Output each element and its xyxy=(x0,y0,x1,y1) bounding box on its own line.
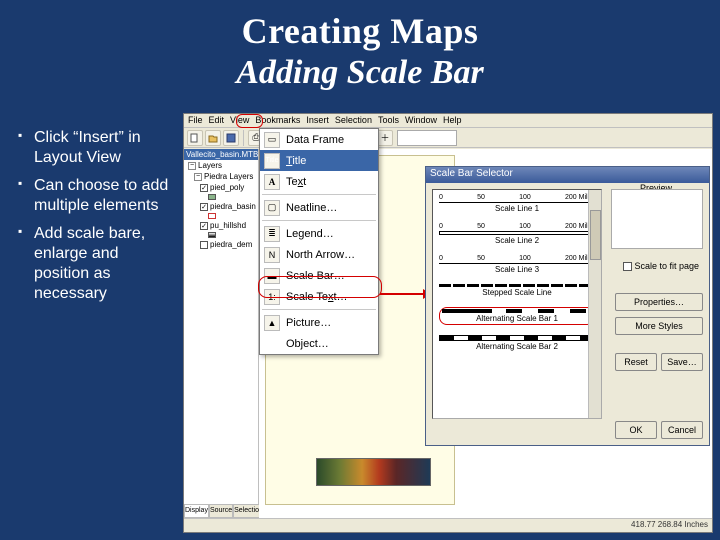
dialog-title: Scale Bar Selector xyxy=(426,167,709,183)
menu-item-label: Object… xyxy=(286,338,329,350)
cancel-button[interactable]: Cancel xyxy=(661,421,703,439)
insert-menu-dropdown[interactable]: ▭ Data Frame Title Title A Text ▢ Neatli… xyxy=(259,128,379,355)
status-bar: 418.77 268.84 Inches xyxy=(184,518,712,532)
save-button[interactable] xyxy=(223,130,239,146)
checkbox-label: Scale to fit page xyxy=(634,261,699,271)
neatline-icon: ▢ xyxy=(264,200,280,216)
menu-item-neatline[interactable]: ▢ Neatline… xyxy=(260,197,378,218)
menu-item-label: Text xyxy=(286,176,306,188)
slide-subtitle: Adding Scale Bar xyxy=(0,54,720,92)
sample-label: Alternating Scale Bar 1 xyxy=(442,314,592,323)
scale-combo[interactable] xyxy=(397,130,457,146)
checkbox-icon[interactable] xyxy=(623,262,632,271)
sample-stepped[interactable]: Stepped Scale Line xyxy=(439,284,595,297)
menu-item-label: Legend… xyxy=(286,228,334,240)
menu-item-title[interactable]: Title Title xyxy=(260,150,378,171)
menu-item-legend[interactable]: ≣ Legend… xyxy=(260,223,378,244)
scale-bar-highlight xyxy=(258,276,382,298)
blank-icon xyxy=(264,336,280,352)
menu-item-label: Neatline… xyxy=(286,202,337,214)
ok-button[interactable]: OK xyxy=(615,421,657,439)
map-thumbnail xyxy=(316,458,431,486)
data-frame-icon: ▭ xyxy=(264,132,280,148)
callout-arrow xyxy=(380,293,430,295)
toc-layer[interactable]: Layers xyxy=(198,161,222,170)
new-button[interactable] xyxy=(187,130,203,146)
bullet-item: Add scale bare, enlarge and position as … xyxy=(18,224,178,304)
gallery-scrollbar[interactable] xyxy=(588,190,601,418)
sample-scale-line-1[interactable]: 050100200 Miles Scale Line 1 xyxy=(439,194,595,213)
menu-item-label: North Arrow… xyxy=(286,249,355,261)
table-of-contents[interactable]: Vallecito_basin.MTB −Layers −Piedra Laye… xyxy=(184,149,259,518)
menu-item-label: Title xyxy=(286,155,306,167)
menu-item-text[interactable]: A Text xyxy=(260,171,378,192)
menu-selection[interactable]: Selection xyxy=(335,115,372,126)
toc-layer[interactable]: pied_poly xyxy=(210,183,244,192)
menu-edit[interactable]: Edit xyxy=(209,115,225,126)
menu-tools[interactable]: Tools xyxy=(378,115,399,126)
sample-label: Stepped Scale Line xyxy=(439,288,595,297)
bullet-item: Click “Insert” in Layout View xyxy=(18,128,178,168)
toc-layer[interactable]: pu_hillshd xyxy=(210,221,246,230)
menu-item-object[interactable]: Object… xyxy=(260,333,378,354)
menu-window[interactable]: Window xyxy=(405,115,437,126)
add-data-button[interactable]: ＋ xyxy=(377,130,393,146)
menu-item-label: Data Frame xyxy=(286,134,344,146)
sample-label: Scale Line 3 xyxy=(439,265,595,274)
toc-layer[interactable]: piedra_dem xyxy=(210,240,252,249)
bullet-list: Click “Insert” in Layout View Can choose… xyxy=(18,128,178,312)
toc-layer[interactable]: Piedra Layers xyxy=(204,172,253,181)
insert-highlight xyxy=(236,114,263,128)
toc-title: Vallecito_basin.MTB xyxy=(184,149,258,160)
reset-button[interactable]: Reset xyxy=(615,353,657,371)
properties-button[interactable]: Properties… xyxy=(615,293,703,311)
north-arrow-icon: N xyxy=(264,247,280,263)
menu-item-label: Picture… xyxy=(286,317,331,329)
text-icon: A xyxy=(264,174,280,190)
toc-tab-source[interactable]: Source xyxy=(209,504,233,518)
preview-box xyxy=(611,189,703,249)
slide-title: Creating Maps xyxy=(0,0,720,52)
scale-to-fit[interactable]: Scale to fit page xyxy=(623,261,699,271)
open-button[interactable] xyxy=(205,130,221,146)
scale-bar-gallery[interactable]: 050100200 Miles Scale Line 1 050100200 M… xyxy=(432,189,602,419)
save-button[interactable]: Save… xyxy=(661,353,703,371)
sample-scale-line-2[interactable]: 050100200 Miles Scale Line 2 xyxy=(439,223,595,245)
menu-help[interactable]: Help xyxy=(443,115,462,126)
picture-icon: ▲ xyxy=(264,315,280,331)
sample-label: Alternating Scale Bar 2 xyxy=(439,342,595,351)
menu-item-data-frame[interactable]: ▭ Data Frame xyxy=(260,129,378,150)
title-icon: Title xyxy=(264,153,280,169)
legend-icon: ≣ xyxy=(264,226,280,242)
sample-scale-line-3[interactable]: 050100200 Miles Scale Line 3 xyxy=(439,255,595,274)
sample-alternating-2[interactable]: Alternating Scale Bar 2 xyxy=(439,335,595,351)
toc-tab-display[interactable]: Display xyxy=(184,504,209,518)
menu-insert[interactable]: Insert xyxy=(306,115,329,126)
menubar[interactable]: File Edit View Bookmarks Insert Selectio… xyxy=(184,114,712,128)
toc-layer[interactable]: piedra_basin xyxy=(210,202,256,211)
bullet-item: Can choose to add multiple elements xyxy=(18,176,178,216)
menu-item-north-arrow[interactable]: N North Arrow… xyxy=(260,244,378,265)
menu-item-picture[interactable]: ▲ Picture… xyxy=(260,312,378,333)
sample-label: Scale Line 1 xyxy=(439,204,595,213)
scale-bar-selector-dialog: Scale Bar Selector 050100200 Miles Scale… xyxy=(425,166,710,446)
status-coords: 418.77 268.84 Inches xyxy=(631,520,708,531)
menu-file[interactable]: File xyxy=(188,115,203,126)
sample-alternating-1[interactable]: Alternating Scale Bar 1 xyxy=(439,307,595,325)
sample-label: Scale Line 2 xyxy=(439,236,595,245)
more-styles-button[interactable]: More Styles xyxy=(615,317,703,335)
